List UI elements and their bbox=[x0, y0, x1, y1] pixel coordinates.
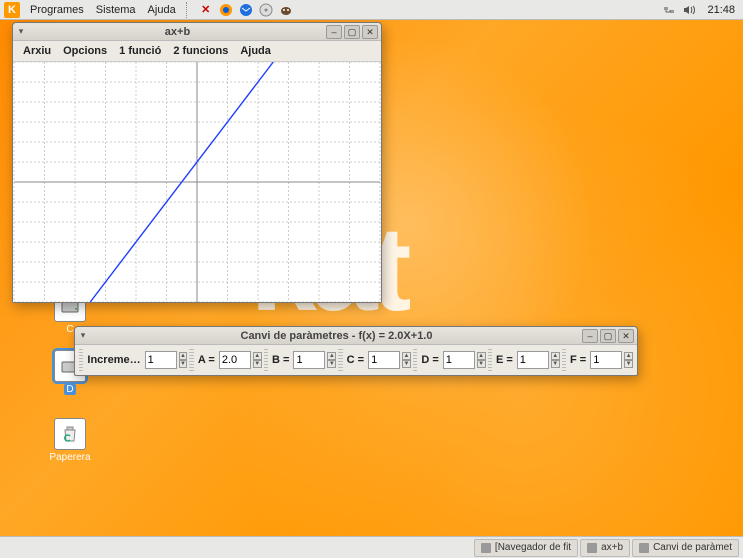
chevron-down-icon[interactable]: ▾ bbox=[75, 330, 91, 341]
maximize-button[interactable]: ▢ bbox=[344, 25, 360, 39]
volume-icon[interactable] bbox=[681, 2, 697, 18]
desktop-icon-trash[interactable]: Paperera bbox=[40, 418, 100, 463]
menu-ajuda[interactable]: Ajuda bbox=[234, 43, 277, 59]
trash-icon bbox=[54, 418, 86, 450]
param-spinner-e[interactable]: ▲▼ bbox=[551, 352, 560, 368]
grip-handle[interactable] bbox=[488, 349, 492, 371]
param-label-e: E = bbox=[494, 354, 515, 366]
param-spinner-a[interactable]: ▲▼ bbox=[253, 352, 262, 368]
network-icon[interactable] bbox=[661, 2, 677, 18]
maximize-button[interactable]: ▢ bbox=[600, 329, 616, 343]
param-body: Increme… ▲▼ A = ▲▼ B = ▲▼ C = ▲▼ D = ▲▼ E = ▲▼ F =… bbox=[75, 345, 637, 375]
param-input-c[interactable] bbox=[368, 351, 400, 369]
menu-1funcio[interactable]: 1 funció bbox=[113, 43, 167, 59]
thunderbird-icon[interactable] bbox=[238, 2, 254, 18]
desktop-icon-label: D bbox=[64, 384, 75, 395]
plot-canvas bbox=[13, 62, 381, 302]
param-spinner-c[interactable]: ▲▼ bbox=[402, 352, 411, 368]
app-icon bbox=[587, 543, 597, 553]
param-titlebar[interactable]: ▾ Canvi de paràmetres - f(x) = 2.0X+1.0 … bbox=[75, 327, 637, 345]
increment-spinner[interactable]: ▲▼ bbox=[179, 352, 188, 368]
param-spinner-b[interactable]: ▲▼ bbox=[327, 352, 336, 368]
param-label-c: C = bbox=[345, 354, 366, 366]
task-label: [Navegador de fit bbox=[495, 542, 571, 553]
param-input-e[interactable] bbox=[517, 351, 549, 369]
plot-title: ax+b bbox=[29, 26, 326, 38]
param-spinner-d[interactable]: ▲▼ bbox=[477, 352, 486, 368]
param-window: ▾ Canvi de paràmetres - f(x) = 2.0X+1.0 … bbox=[74, 326, 638, 376]
task-label: Canvi de paràmet bbox=[653, 542, 732, 553]
plot-menubar: Arxiu Opcions 1 funció 2 funcions Ajuda bbox=[13, 41, 381, 62]
task-label: ax+b bbox=[601, 542, 623, 553]
grip-handle[interactable] bbox=[562, 349, 566, 371]
param-label-d: D = bbox=[419, 354, 440, 366]
close-x-icon[interactable]: ✕ bbox=[198, 2, 214, 18]
minimize-button[interactable]: – bbox=[326, 25, 342, 39]
close-button[interactable]: ✕ bbox=[362, 25, 378, 39]
grip-handle[interactable] bbox=[338, 349, 342, 371]
gimp-icon[interactable] bbox=[278, 2, 294, 18]
param-label-a: A = bbox=[196, 354, 217, 366]
minimize-button[interactable]: – bbox=[582, 329, 598, 343]
param-label-f: F = bbox=[568, 354, 588, 366]
menu-2funcions[interactable]: 2 funcions bbox=[167, 43, 234, 59]
plot-area bbox=[13, 62, 381, 302]
desktop-icon-label: C bbox=[66, 324, 73, 335]
chevron-down-icon[interactable]: ▾ bbox=[13, 26, 29, 37]
increment-input[interactable] bbox=[145, 351, 177, 369]
firefox-icon[interactable] bbox=[218, 2, 234, 18]
increment-label: Increme… bbox=[85, 354, 142, 366]
top-panel: K Programes Sistema Ajuda ✕ 21:48 bbox=[0, 0, 743, 20]
param-input-b[interactable] bbox=[293, 351, 325, 369]
panel-menu-programes[interactable]: Programes bbox=[24, 4, 90, 16]
disc-icon[interactable] bbox=[258, 2, 274, 18]
task-btn-filebrowser[interactable]: [Navegador de fit bbox=[474, 539, 578, 557]
app-icon bbox=[639, 543, 649, 553]
plot-window: ▾ ax+b – ▢ ✕ Arxiu Opcions 1 funció 2 fu… bbox=[12, 22, 382, 303]
bottom-panel: [Navegador de fit ax+b Canvi de paràmet bbox=[0, 536, 743, 558]
start-button[interactable]: K bbox=[4, 2, 20, 18]
param-input-f[interactable] bbox=[590, 351, 622, 369]
menu-arxiu[interactable]: Arxiu bbox=[17, 43, 57, 59]
task-btn-axb[interactable]: ax+b bbox=[580, 539, 630, 557]
panel-menu-sistema[interactable]: Sistema bbox=[90, 4, 142, 16]
panel-separator bbox=[186, 2, 192, 18]
grip-handle[interactable] bbox=[79, 349, 83, 371]
param-input-a[interactable] bbox=[219, 351, 251, 369]
desktop-icon-label: Paperera bbox=[49, 452, 90, 463]
param-title: Canvi de paràmetres - f(x) = 2.0X+1.0 bbox=[91, 330, 582, 342]
param-input-d[interactable] bbox=[443, 351, 475, 369]
param-label-b: B = bbox=[270, 354, 291, 366]
grip-handle[interactable] bbox=[264, 349, 268, 371]
grip-handle[interactable] bbox=[189, 349, 193, 371]
close-button[interactable]: ✕ bbox=[618, 329, 634, 343]
param-spinner-f[interactable]: ▲▼ bbox=[624, 352, 633, 368]
menu-opcions[interactable]: Opcions bbox=[57, 43, 113, 59]
grip-handle[interactable] bbox=[413, 349, 417, 371]
plot-titlebar[interactable]: ▾ ax+b – ▢ ✕ bbox=[13, 23, 381, 41]
panel-menu-ajuda[interactable]: Ajuda bbox=[142, 4, 182, 16]
app-icon bbox=[481, 543, 491, 553]
clock[interactable]: 21:48 bbox=[699, 4, 743, 16]
task-btn-param[interactable]: Canvi de paràmet bbox=[632, 539, 739, 557]
